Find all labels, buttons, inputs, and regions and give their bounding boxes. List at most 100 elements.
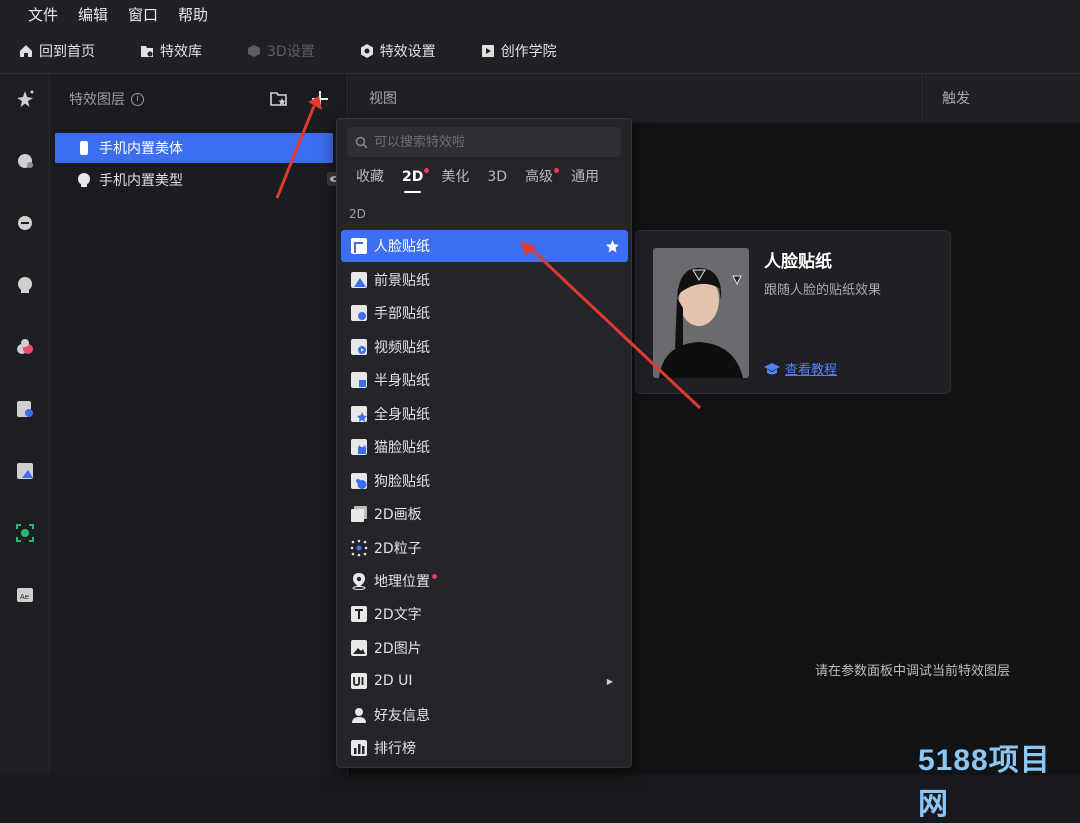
full-body-sticker-icon xyxy=(351,406,367,422)
preview-image xyxy=(653,248,749,378)
trigger-title: 触发 xyxy=(942,91,970,107)
menu-item-friend-info[interactable]: 好友信息 xyxy=(341,699,628,731)
menu-item-2d-canvas[interactable]: 2D画板 xyxy=(341,498,628,530)
graduation-cap-icon xyxy=(764,362,780,374)
academy-label: 创作学院 xyxy=(500,43,557,60)
preview-title: 人脸贴纸 xyxy=(764,252,832,272)
face-sticker-icon xyxy=(351,238,367,254)
menu-item-leaderboard[interactable]: 排行榜 xyxy=(341,732,628,764)
ui-icon xyxy=(351,673,367,689)
face-shape-icon[interactable] xyxy=(14,212,36,234)
menu-item-location[interactable]: 地理位置 xyxy=(341,565,628,597)
ae-template-icon[interactable]: Ae xyxy=(14,584,36,606)
preview-description: 跟随人脸的贴纸效果 xyxy=(764,283,882,298)
half-body-sticker-icon xyxy=(351,372,367,388)
image-icon xyxy=(351,640,367,656)
home-label: 回到首页 xyxy=(39,43,95,60)
location-pin-icon xyxy=(352,573,366,590)
param-hint: 请在参数面板中调试当前特效图层 xyxy=(815,664,1011,679)
effect-search[interactable] xyxy=(347,127,621,157)
tab-advanced[interactable]: 高级 xyxy=(516,165,562,189)
menu-item-2d-image[interactable]: 2D图片 xyxy=(341,632,628,664)
3d-settings-button[interactable]: 3D设置 xyxy=(246,41,315,61)
layers-header: 特效图层 i xyxy=(51,74,347,124)
view-title: 视图 xyxy=(369,91,397,107)
menu-window[interactable]: 窗口 xyxy=(128,4,158,25)
star-sparkle-icon[interactable] xyxy=(14,88,36,110)
toolbar: 回到首页 特效库 3D设置 特效设置 创作学院 xyxy=(0,28,1080,74)
menu-item-dog-face-sticker[interactable]: 狗脸贴纸 xyxy=(341,465,628,497)
tab-favorites[interactable]: 收藏 xyxy=(347,165,393,189)
menu-item-hand-sticker[interactable]: 手部贴纸 xyxy=(341,297,628,329)
watermark: 5188项目网 xyxy=(918,744,1051,821)
library-label: 特效库 xyxy=(160,43,202,60)
menu-item-2d-text[interactable]: 2D文字 xyxy=(341,598,628,630)
category-tabs: 收藏 2D 美化 3D 高级 通用 xyxy=(347,165,608,193)
face-makeup-icon[interactable] xyxy=(14,274,36,296)
cube-icon xyxy=(248,44,260,57)
submenu-arrow-icon: ▶ xyxy=(606,676,613,686)
effect-settings-label: 特效设置 xyxy=(379,43,436,60)
menu-help[interactable]: 帮助 xyxy=(178,4,208,25)
svg-text:Ae: Ae xyxy=(20,593,29,601)
new-badge xyxy=(424,168,430,173)
3d-settings-label: 3D设置 xyxy=(267,43,315,60)
section-label-2d: 2D xyxy=(349,207,366,221)
new-badge xyxy=(432,573,437,579)
menu-item-full-body-sticker[interactable]: 全身贴纸 xyxy=(341,398,628,430)
dog-face-sticker-icon xyxy=(351,473,367,489)
layer-item-shape[interactable]: 手机内置美型 xyxy=(55,165,343,195)
bar-chart-icon xyxy=(351,740,367,756)
info-icon[interactable]: i xyxy=(131,92,144,106)
tab-3d[interactable]: 3D xyxy=(478,165,516,189)
view-header: 视图 xyxy=(349,74,920,122)
menu-file[interactable]: 文件 xyxy=(28,4,58,25)
home-icon xyxy=(20,44,32,57)
layers-title: 特效图层 xyxy=(69,92,125,108)
trigger-header: 触发 xyxy=(921,74,1080,122)
particles-icon xyxy=(350,539,368,557)
search-icon xyxy=(355,136,368,148)
tab-general[interactable]: 通用 xyxy=(562,165,608,189)
user-icon xyxy=(352,708,366,723)
menu-item-2d-particles[interactable]: 2D粒子 xyxy=(341,532,628,564)
video-sticker-icon xyxy=(351,339,367,355)
menu-bar: 文件 编辑 窗口 帮助 xyxy=(0,0,1080,28)
library-icon xyxy=(141,45,153,57)
video-sticker-icon[interactable] xyxy=(14,398,36,420)
face-beauty-icon[interactable] xyxy=(14,150,36,172)
menu-item-half-body-sticker[interactable]: 半身贴纸 xyxy=(341,364,628,396)
add-layer-plus-icon[interactable] xyxy=(310,89,330,109)
home-button[interactable]: 回到首页 xyxy=(18,41,95,61)
tab-beauty[interactable]: 美化 xyxy=(432,165,478,189)
menu-item-video-sticker[interactable]: 视频贴纸 xyxy=(341,331,628,363)
left-rail: Ae xyxy=(0,74,50,775)
menu-item-face-sticker[interactable]: 人脸贴纸 xyxy=(341,230,628,262)
foreground-sticker-icon[interactable] xyxy=(14,460,36,482)
tab-2d[interactable]: 2D xyxy=(393,165,432,193)
layer-item-body[interactable]: 手机内置美体 xyxy=(55,133,333,163)
search-input[interactable] xyxy=(374,134,614,150)
layer-label: 手机内置美体 xyxy=(99,141,183,157)
filter-circles-icon[interactable] xyxy=(14,336,36,358)
favorite-star-icon[interactable] xyxy=(605,239,620,254)
hexagon-gear-icon xyxy=(360,43,373,58)
effect-library-button[interactable]: 特效库 xyxy=(139,41,202,61)
body-layer-icon xyxy=(80,141,88,155)
new-badge xyxy=(554,168,560,173)
layers-panel: 特效图层 i 手机内置美体 手机内置美型 xyxy=(51,74,348,775)
menu-item-2d-ui[interactable]: 2D UI ▶ xyxy=(341,665,628,697)
foreground-sticker-icon xyxy=(351,272,367,288)
menu-item-foreground-sticker[interactable]: 前景贴纸 xyxy=(341,264,628,296)
add-folder-icon[interactable] xyxy=(269,90,289,108)
menu-item-cat-face-sticker[interactable]: 猫脸贴纸 xyxy=(341,431,628,463)
menu-edit[interactable]: 编辑 xyxy=(78,4,108,25)
cat-face-sticker-icon xyxy=(351,439,367,455)
text-icon xyxy=(351,606,367,622)
face-detect-icon[interactable] xyxy=(14,522,36,544)
academy-button[interactable]: 创作学院 xyxy=(480,41,557,61)
play-book-icon xyxy=(481,44,494,57)
tutorial-link-label: 查看教程 xyxy=(785,363,838,378)
tutorial-link[interactable]: 查看教程 xyxy=(764,359,837,378)
effect-settings-button[interactable]: 特效设置 xyxy=(359,41,436,61)
